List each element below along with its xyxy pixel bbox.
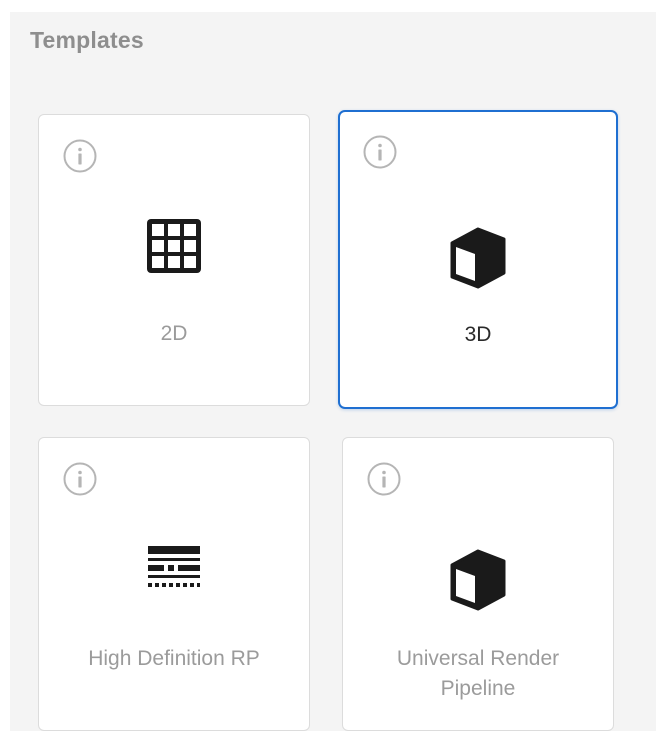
info-icon[interactable] <box>366 461 402 497</box>
template-label: 2D <box>160 322 188 345</box>
template-card-2d[interactable]: 2D <box>38 114 310 406</box>
template-label: High Definition RP <box>88 647 260 670</box>
template-card-urp[interactable]: Universal Render Pipeline <box>342 437 614 731</box>
info-icon[interactable] <box>62 461 98 497</box>
cube-icon <box>450 549 506 611</box>
panel-title: Templates <box>30 27 144 53</box>
hdrp-icon <box>148 546 200 587</box>
template-card-3d[interactable]: 3D <box>338 110 618 409</box>
template-card-hdrp[interactable]: High Definition RP <box>38 437 310 731</box>
info-icon[interactable] <box>362 134 398 170</box>
info-icon[interactable] <box>62 138 98 174</box>
grid-icon <box>147 219 201 273</box>
cube-icon <box>450 227 506 289</box>
template-label-line2: Pipeline <box>440 677 516 700</box>
templates-panel: Templates 2D 3D High Definition RP Unive… <box>10 12 656 731</box>
template-label: 3D <box>464 323 492 346</box>
template-label: Universal Render <box>396 647 560 670</box>
